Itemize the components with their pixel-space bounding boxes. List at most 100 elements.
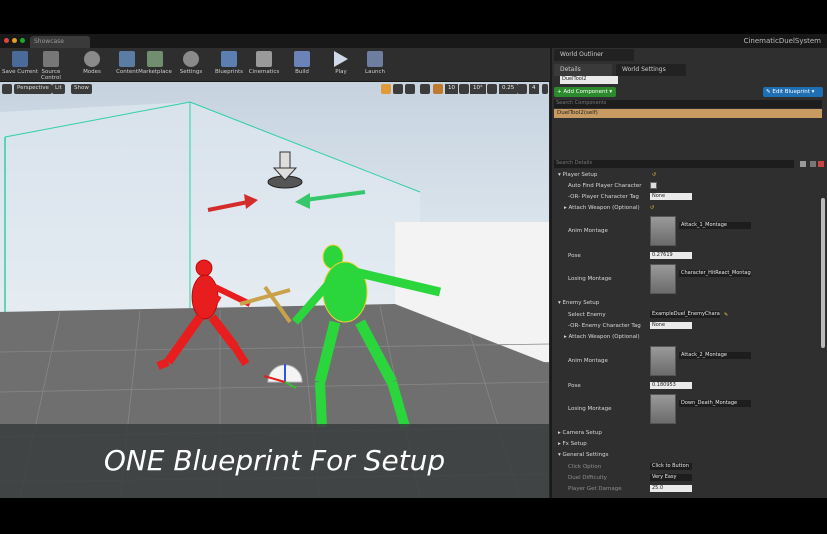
details-panel: World Outliner Details World Settings Du… [550, 48, 827, 498]
scale-mode-icon[interactable] [405, 84, 415, 94]
level-tab[interactable]: Showcase [30, 36, 90, 48]
enemy-tag-label: -OR- Enemy Character Tag [568, 323, 641, 329]
blueprints-icon [221, 51, 237, 67]
edit-blueprint-button[interactable]: ✎ Edit Blueprint ▾ [763, 87, 823, 97]
show-button[interactable]: Show [71, 84, 92, 94]
general-settings-header[interactable]: ▾ General Settings [558, 452, 609, 458]
click-option-field[interactable]: Click to Button [650, 463, 692, 470]
auto-find-player-checkbox[interactable] [650, 182, 657, 189]
launch-icon [367, 51, 383, 67]
modes-button[interactable]: Modes [75, 51, 109, 81]
player-get-damage-label: Player Get Damage [568, 486, 622, 492]
play-button[interactable]: Play [328, 51, 354, 81]
save-icon [12, 51, 28, 67]
select-enemy-label: Select Enemy [568, 312, 606, 318]
player-anim-montage-field[interactable]: Attack_1_Montage [679, 222, 751, 229]
grid-snap-icon[interactable] [433, 84, 443, 94]
caption-text: ONE Blueprint For Setup [103, 444, 446, 477]
launch-button[interactable]: Launch [360, 51, 390, 81]
enemy-pose-label: Pose [568, 383, 581, 389]
rotation-snap-value[interactable]: 10° [470, 84, 486, 94]
fx-setup-header[interactable]: ▸ Fx Setup [558, 441, 587, 447]
caption-banner: ONE Blueprint For Setup [0, 424, 549, 498]
player-pose-label: Pose [568, 253, 581, 259]
player-pose-field[interactable]: 0.27619 [650, 252, 692, 259]
screenshot-frame: Showcase CinematicDuelSystem Save Curren… [0, 0, 827, 534]
enemy-pose-field[interactable]: 0.180953 [650, 382, 692, 389]
reset-icon[interactable]: ↺ [652, 172, 657, 178]
select-enemy-field[interactable]: ExampleDuel_EnemyCharacter2 [650, 311, 720, 318]
lit-button[interactable]: Lit [52, 84, 65, 94]
maximize-window-icon[interactable] [20, 38, 25, 43]
player-anim-montage-label: Anim Montage [568, 228, 608, 234]
main-toolbar: Save Current Source Control Modes Conten… [0, 48, 550, 82]
self-component-row[interactable]: DuelTool2(self) [554, 109, 822, 118]
player-anim-thumbnail[interactable] [650, 216, 676, 246]
enemy-attach-weapon[interactable]: ▸ Attach Weapon (Optional) [564, 334, 640, 340]
duel-difficulty-field[interactable]: Very Easy [650, 474, 692, 481]
maximize-viewport-icon[interactable] [542, 84, 548, 94]
search-details-input[interactable]: Search Details [554, 160, 794, 168]
view-options-icon[interactable] [810, 161, 816, 167]
viewport-options-icon[interactable] [2, 84, 12, 94]
content-icon [119, 51, 135, 67]
eyedropper-icon[interactable]: ✎ [724, 312, 729, 318]
cinematics-button[interactable]: Cinematics [248, 51, 280, 81]
enemy-anim-montage-field[interactable]: Attack_2_Montage [679, 352, 751, 359]
rotation-snap-icon[interactable] [459, 84, 469, 94]
reset-icon[interactable]: ↺ [650, 205, 655, 211]
search-components-input[interactable]: Search Components [554, 100, 822, 108]
marketplace-icon [147, 51, 163, 67]
source-control-icon [43, 51, 59, 67]
player-get-damage-field[interactable]: 25.0 [650, 485, 692, 492]
filter-icon[interactable] [818, 161, 824, 167]
enemy-setup-header[interactable]: ▾ Enemy Setup [558, 300, 599, 306]
project-name: CinematicDuelSystem [743, 37, 821, 45]
player-losing-thumbnail[interactable] [650, 264, 676, 294]
settings-button[interactable]: Settings [176, 51, 206, 81]
build-icon [294, 51, 310, 67]
perspective-button[interactable]: Perspective [14, 84, 52, 94]
player-losing-montage-field[interactable]: Character_HitReact_Montage [679, 270, 751, 277]
grid-snap-value[interactable]: 10 [445, 84, 458, 94]
player-losing-montage-label: Losing Montage [568, 276, 612, 282]
duel-difficulty-label: Duel Difficulty [568, 475, 607, 481]
scale-snap-value[interactable]: 0.25 [499, 84, 518, 94]
camera-speed-value[interactable]: 4 [529, 84, 539, 94]
tab-world-settings[interactable]: World Settings [616, 64, 686, 76]
enemy-anim-montage-label: Anim Montage [568, 358, 608, 364]
minimize-window-icon[interactable] [12, 38, 17, 43]
details-scrollbar[interactable] [821, 198, 825, 348]
settings-icon [183, 51, 199, 67]
player-tag-label: -OR- Player Character Tag [568, 194, 639, 200]
viewport-toolbar: Perspective Lit Show 10 10° 0.25 4 [0, 82, 549, 96]
build-button[interactable]: Build [290, 51, 314, 81]
player-setup-header[interactable]: ▾ Player Setup [558, 172, 597, 178]
enemy-losing-thumbnail[interactable] [650, 394, 676, 424]
tab-world-outliner[interactable]: World Outliner [554, 49, 634, 61]
camera-speed-icon[interactable] [517, 84, 527, 94]
source-control-button[interactable]: Source Control [32, 51, 70, 81]
rotate-mode-icon[interactable] [393, 84, 403, 94]
auto-find-player-label: Auto Find Player Character [568, 183, 642, 189]
camera-setup-header[interactable]: ▸ Camera Setup [558, 430, 602, 436]
world-space-icon[interactable] [420, 84, 430, 94]
blueprints-button[interactable]: Blueprints [214, 51, 244, 81]
enemy-losing-montage-field[interactable]: Down_Death_Montage [679, 400, 751, 407]
modes-icon [84, 51, 100, 67]
actor-name-field[interactable]: DuelTool2 [560, 76, 618, 84]
enemy-anim-thumbnail[interactable] [650, 346, 676, 376]
enemy-tag-field[interactable]: None [650, 322, 692, 329]
search-icon[interactable] [800, 161, 806, 167]
translate-mode-icon[interactable] [381, 84, 391, 94]
marketplace-button[interactable]: Marketplace [138, 51, 172, 81]
close-window-icon[interactable] [4, 38, 9, 43]
enemy-losing-montage-label: Losing Montage [568, 406, 612, 412]
add-component-button[interactable]: + Add Component ▾ [554, 87, 616, 97]
player-tag-field[interactable]: None [650, 193, 692, 200]
click-option-label: Click Option [568, 464, 602, 470]
tab-details[interactable]: Details [554, 64, 612, 76]
player-attach-weapon[interactable]: ▸ Attach Weapon (Optional) [564, 205, 640, 211]
unreal-editor-window: Showcase CinematicDuelSystem Save Curren… [0, 34, 827, 498]
scale-snap-icon[interactable] [487, 84, 497, 94]
